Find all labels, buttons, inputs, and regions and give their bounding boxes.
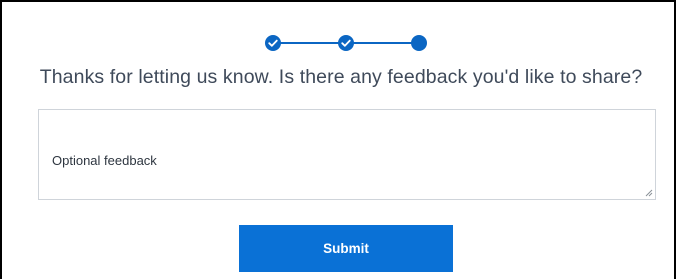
submit-button[interactable]: Submit [239,225,453,272]
step-1-complete [265,35,281,51]
feedback-question: Thanks for letting us know. Is there any… [39,66,643,88]
feedback-placeholder: Optional feedback [52,153,157,168]
step-3-current [411,35,427,51]
feedback-textarea[interactable]: Optional feedback [38,109,656,200]
dialog-frame: Thanks for letting us know. Is there any… [0,0,676,279]
progress-stepper [263,33,429,53]
dot-icon [411,35,427,51]
step-2-complete [338,35,354,51]
resize-grip-icon[interactable] [644,188,653,197]
